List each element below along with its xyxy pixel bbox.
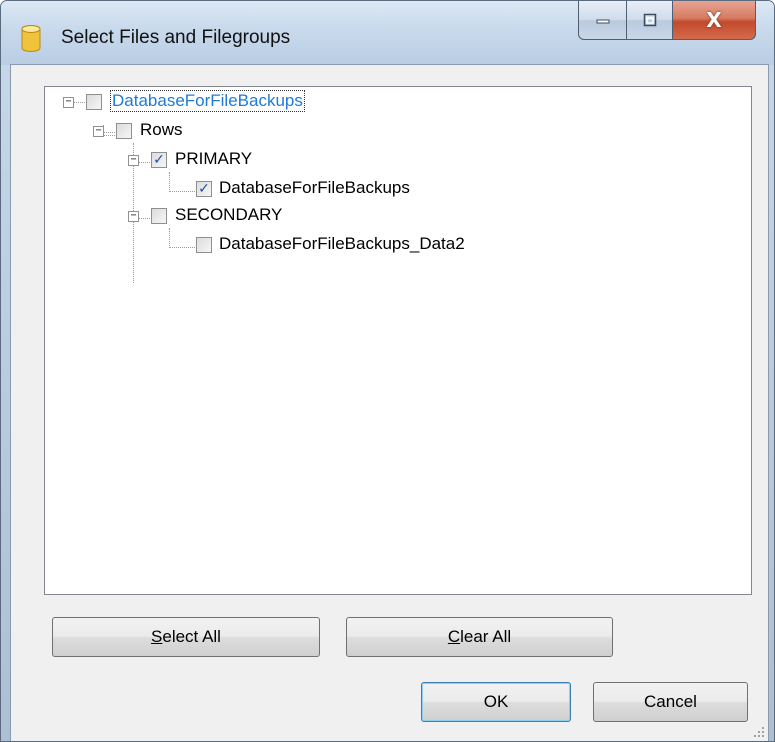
checkbox-database[interactable] xyxy=(86,94,102,110)
checkbox-rows[interactable] xyxy=(116,123,132,139)
restore-icon xyxy=(643,13,656,27)
expand-collapse-toggle[interactable]: − xyxy=(63,97,74,108)
tree-node-rows[interactable]: Rows xyxy=(140,120,183,140)
title-bar[interactable]: Select Files and Filegroups X xyxy=(1,1,774,65)
select-all-accel: S xyxy=(151,627,163,646)
tree-line xyxy=(104,135,115,136)
tree-line xyxy=(169,191,197,192)
dialog-client-area: − DatabaseForFileBackups − Rows − ✓ PRIM… xyxy=(10,64,769,741)
expand-collapse-toggle[interactable]: − xyxy=(128,155,139,166)
tree-node-database[interactable]: DatabaseForFileBackups xyxy=(110,90,305,112)
tree-line xyxy=(169,172,170,192)
tree-line xyxy=(139,218,150,219)
clear-all-label: lear All xyxy=(460,627,512,646)
window-title: Select Files and Filegroups xyxy=(61,27,291,48)
minimize-button[interactable] xyxy=(578,1,627,40)
cancel-button[interactable]: Cancel xyxy=(593,682,748,722)
maximize-button[interactable] xyxy=(627,1,673,40)
tree-line xyxy=(104,132,115,133)
close-button[interactable]: X xyxy=(673,1,756,40)
tree-node-primary-file[interactable]: DatabaseForFileBackups xyxy=(219,178,410,198)
checkbox-secondary-file[interactable] xyxy=(196,237,212,253)
clear-all-button[interactable]: Clear All xyxy=(346,617,613,657)
close-icon: X xyxy=(706,8,722,32)
tree-line xyxy=(139,162,150,163)
tree-line xyxy=(74,102,85,103)
tree-node-secondary[interactable]: SECONDARY xyxy=(175,205,282,225)
resize-grip-icon[interactable] xyxy=(753,726,765,738)
ok-button[interactable]: OK xyxy=(421,682,571,722)
select-all-label: elect All xyxy=(162,627,221,646)
database-icon xyxy=(21,25,41,52)
check-mark-icon: ✓ xyxy=(153,152,165,168)
check-mark-icon: ✓ xyxy=(198,181,210,197)
minimize-icon xyxy=(596,19,609,24)
caption-buttons: X xyxy=(578,1,756,41)
tree-line xyxy=(169,247,197,248)
tree-node-primary[interactable]: PRIMARY xyxy=(175,149,252,169)
checkbox-primary-file[interactable]: ✓ xyxy=(196,181,212,197)
tree-node-secondary-file[interactable]: DatabaseForFileBackups_Data2 xyxy=(219,234,465,254)
select-all-button[interactable]: Select All xyxy=(52,617,320,657)
checkbox-secondary[interactable] xyxy=(151,208,167,224)
tree-line xyxy=(169,228,170,248)
expand-collapse-toggle[interactable]: − xyxy=(93,126,104,137)
filegroup-tree[interactable]: − DatabaseForFileBackups − Rows − ✓ PRIM… xyxy=(44,86,752,595)
expand-collapse-toggle[interactable]: − xyxy=(128,211,139,222)
checkbox-primary[interactable]: ✓ xyxy=(151,152,167,168)
clear-all-accel: C xyxy=(447,627,461,646)
dialog-window: Select Files and Filegroups X − Database… xyxy=(0,0,775,742)
